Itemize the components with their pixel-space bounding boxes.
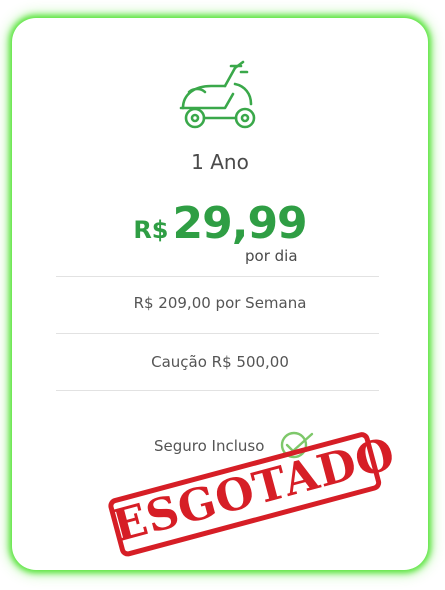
divider (56, 276, 379, 277)
divider (56, 390, 379, 391)
deposit: Caução R$ 500,00 (151, 353, 289, 371)
sold-out-stamp: ESGOTADO (100, 428, 401, 559)
scooter-icon (179, 60, 256, 129)
weekly-price: R$ 209,00 por Semana (133, 294, 307, 312)
plan-card: 1 Ano R$ 29,99 por dia R$ 209,00 por Sem… (12, 18, 428, 570)
stamp-text: ESGOTADO (107, 428, 401, 553)
plan-title: 1 Ano (191, 150, 249, 174)
price-currency: R$ (133, 216, 169, 244)
divider (56, 333, 379, 334)
price: R$ 29,99 (12, 198, 428, 249)
price-amount: 29,99 (172, 198, 308, 249)
price-period: por dia (245, 247, 298, 265)
